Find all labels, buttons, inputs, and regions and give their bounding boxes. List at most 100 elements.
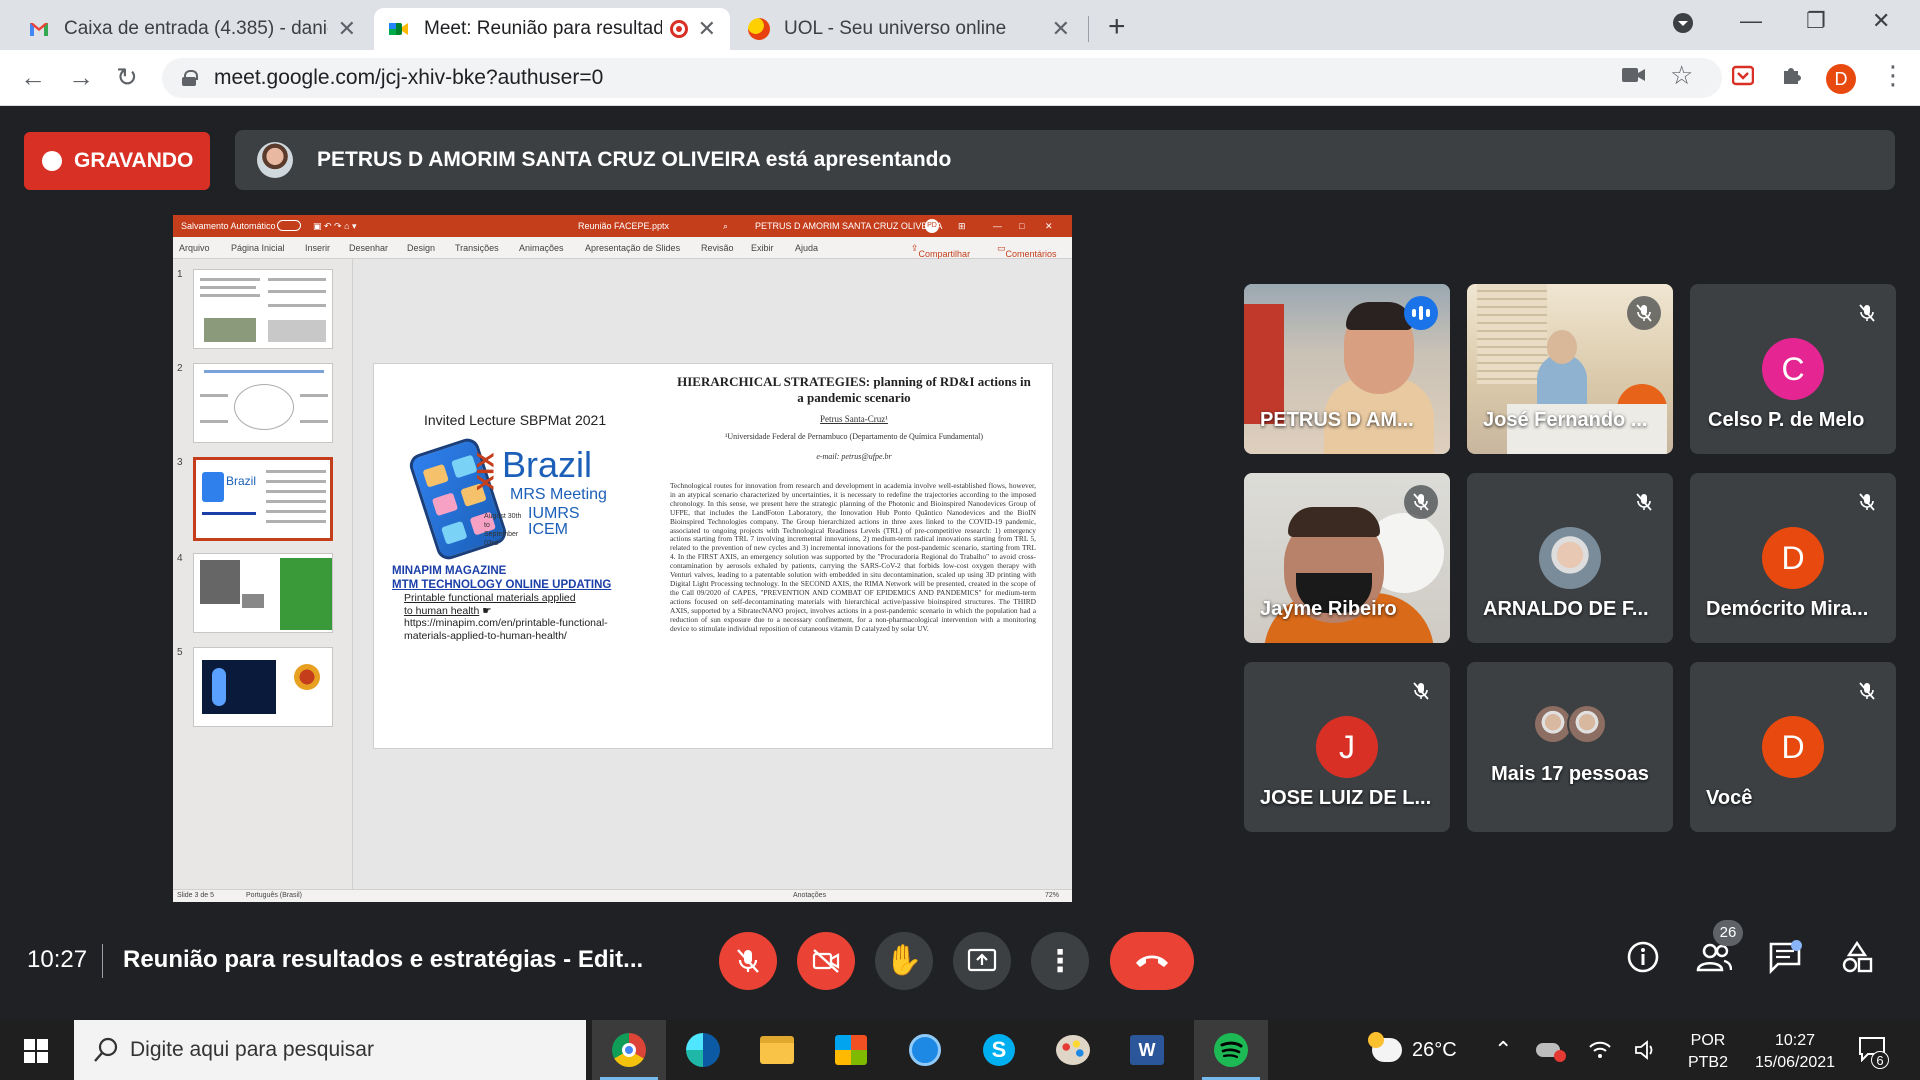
back-button[interactable]: ← xyxy=(20,62,46,93)
url-text: meet.google.com/jcj-xhiv-bke?authuser=0 xyxy=(214,66,604,89)
language-indicator[interactable]: POR PTB2 xyxy=(1683,1030,1733,1074)
pp-minimize[interactable]: — xyxy=(993,221,1002,231)
folder-icon xyxy=(760,1036,794,1064)
muted-mic-icon xyxy=(1850,296,1884,330)
menu-inserir[interactable]: Inserir xyxy=(305,243,330,253)
participant-tile[interactable]: Jayme Ribeiro xyxy=(1244,473,1450,643)
participant-tile-self[interactable]: D Você xyxy=(1690,662,1896,832)
pp-maximize[interactable]: □ xyxy=(1019,221,1024,231)
more-vert-icon: ⋮ xyxy=(1045,944,1075,978)
slide-thumbnail-selected[interactable]: Brazil xyxy=(193,457,333,541)
taskbar-search-input[interactable]: Digite aqui para pesquisar xyxy=(74,1020,586,1080)
taskbar-app-blue[interactable] xyxy=(888,1020,962,1080)
notes-button[interactable]: Anotações xyxy=(793,890,826,902)
participant-tile[interactable]: J JOSE LUIZ DE L... xyxy=(1244,662,1450,832)
weather-widget[interactable]: 26°C xyxy=(1368,1020,1457,1080)
new-tab-button[interactable]: + xyxy=(1108,10,1126,44)
slide-thumbnail[interactable] xyxy=(193,269,333,349)
slide-thumbnails: 1 2 3 Brazil 4 5 xyxy=(173,259,353,889)
presenter-banner: PETRUS D AMORIM SANTA CRUZ OLIVEIRA está… xyxy=(235,130,1895,190)
muted-mic-icon xyxy=(1627,485,1661,519)
menu-animacoes[interactable]: Animações xyxy=(519,243,564,253)
save-icon[interactable]: ▣ ↶ ↷ ⌂ ▾ xyxy=(313,221,357,232)
participant-tile[interactable]: ARNALDO DE F... xyxy=(1467,473,1673,643)
volume-icon[interactable] xyxy=(1634,1020,1658,1080)
taskbar-skype[interactable]: S xyxy=(962,1020,1036,1080)
menu-transicoes[interactable]: Transições xyxy=(455,243,499,253)
participant-tile[interactable]: C Celso P. de Melo xyxy=(1690,284,1896,454)
taskbar-paint[interactable] xyxy=(1036,1020,1110,1080)
meeting-details-button[interactable] xyxy=(1626,940,1660,979)
slide-thumbnail[interactable] xyxy=(193,647,333,727)
menu-arquivo[interactable]: Arquivo xyxy=(179,243,210,253)
pp-close[interactable]: ✕ xyxy=(1045,221,1053,232)
toggle-camera-button[interactable] xyxy=(797,932,855,990)
hand-icon: ✋ xyxy=(885,944,923,977)
uol-icon xyxy=(748,18,770,40)
address-bar[interactable]: meet.google.com/jcj-xhiv-bke?authuser=0 xyxy=(162,58,1722,98)
wifi-icon[interactable] xyxy=(1588,1020,1612,1080)
slide-thumbnail[interactable] xyxy=(193,553,333,633)
slide-thumbnail[interactable] xyxy=(193,363,333,443)
onedrive-error-icon[interactable] xyxy=(1536,1020,1566,1080)
close-window-button[interactable]: ✕ xyxy=(1872,8,1890,34)
extensions-puzzle-icon[interactable] xyxy=(1780,64,1802,92)
menu-design[interactable]: Design xyxy=(407,243,435,253)
close-tab-icon[interactable]: ✕ xyxy=(698,16,716,42)
toggle-mic-button[interactable] xyxy=(719,932,777,990)
activities-button[interactable] xyxy=(1840,940,1874,979)
browser-tab-strip: Caixa de entrada (4.385) - daniel ✕ Meet… xyxy=(0,0,1920,50)
autosave-toggle[interactable] xyxy=(277,220,301,231)
presenter-avatar xyxy=(257,142,293,178)
present-screen-button[interactable] xyxy=(953,932,1011,990)
slide-link[interactable]: Printable functional materials applied t… xyxy=(404,592,624,642)
ribbon-display-icon[interactable]: ⊞ xyxy=(958,221,966,232)
tab-search-icon[interactable] xyxy=(1672,12,1694,40)
raise-hand-button[interactable]: ✋ xyxy=(875,932,933,990)
tab-uol[interactable]: UOL - Seu universo online ✕ xyxy=(734,8,1084,50)
menu-exibir[interactable]: Exibir xyxy=(751,243,774,253)
tab-gmail[interactable]: Caixa de entrada (4.385) - daniel ✕ xyxy=(14,8,370,50)
windows-start-icon[interactable] xyxy=(24,1039,48,1063)
skype-icon: S xyxy=(983,1034,1015,1066)
bookmark-star-icon[interactable]: ☆ xyxy=(1670,60,1693,91)
participant-tile[interactable]: PETRUS D AM... xyxy=(1244,284,1450,454)
comments-button[interactable]: ▭ Comentários xyxy=(997,243,1057,259)
tray-overflow-icon[interactable]: ⌃ xyxy=(1494,1020,1512,1080)
menu-revisao[interactable]: Revisão xyxy=(701,243,734,253)
close-tab-icon[interactable]: ✕ xyxy=(1052,16,1070,42)
close-tab-icon[interactable]: ✕ xyxy=(338,16,356,42)
taskbar-spotify[interactable] xyxy=(1194,1020,1268,1080)
record-dot-icon xyxy=(42,151,62,171)
profile-avatar[interactable]: D xyxy=(1826,64,1856,94)
taskbar-store[interactable] xyxy=(814,1020,888,1080)
menu-apresentacao[interactable]: Apresentação de Slides xyxy=(585,243,680,253)
restore-button[interactable]: ❐ xyxy=(1806,8,1826,34)
app-icon xyxy=(909,1034,941,1066)
participant-tile[interactable]: José Fernando ... xyxy=(1467,284,1673,454)
taskbar-word[interactable]: W xyxy=(1110,1020,1184,1080)
taskbar-file-explorer[interactable] xyxy=(740,1020,814,1080)
menu-desenhar[interactable]: Desenhar xyxy=(349,243,388,253)
slide-invited: Invited Lecture SBPMat 2021 xyxy=(424,412,607,428)
reload-button[interactable]: ↻ xyxy=(116,62,138,93)
avatar xyxy=(1539,527,1601,589)
chrome-menu-icon[interactable]: ⋮ xyxy=(1880,60,1906,91)
taskbar-chrome[interactable] xyxy=(592,1020,666,1080)
extension-pocket-icon[interactable] xyxy=(1731,64,1755,92)
tab-meet[interactable]: Meet: Reunião para resultad ✕ xyxy=(374,8,730,50)
menu-pagina-inicial[interactable]: Página Inicial xyxy=(231,243,285,253)
minimize-button[interactable]: — xyxy=(1740,8,1762,34)
more-options-button[interactable]: ⋮ xyxy=(1031,932,1089,990)
search-icon[interactable]: ⌕ xyxy=(723,221,728,232)
participant-tile[interactable]: D Demócrito Mira... xyxy=(1690,473,1896,643)
more-participants-tile[interactable]: Mais 17 pessoas xyxy=(1467,662,1673,832)
taskbar-edge[interactable] xyxy=(666,1020,740,1080)
menu-ajuda[interactable]: Ajuda xyxy=(795,243,818,253)
taskbar-clock[interactable]: 10:27 15/06/2021 xyxy=(1745,1030,1845,1074)
share-button[interactable]: ⇪ Compartilhar xyxy=(911,243,970,259)
recording-indicator[interactable]: GRAVANDO xyxy=(24,132,210,190)
leave-call-button[interactable] xyxy=(1110,932,1194,990)
camera-icon[interactable] xyxy=(1622,64,1646,90)
forward-button[interactable]: → xyxy=(68,62,94,93)
